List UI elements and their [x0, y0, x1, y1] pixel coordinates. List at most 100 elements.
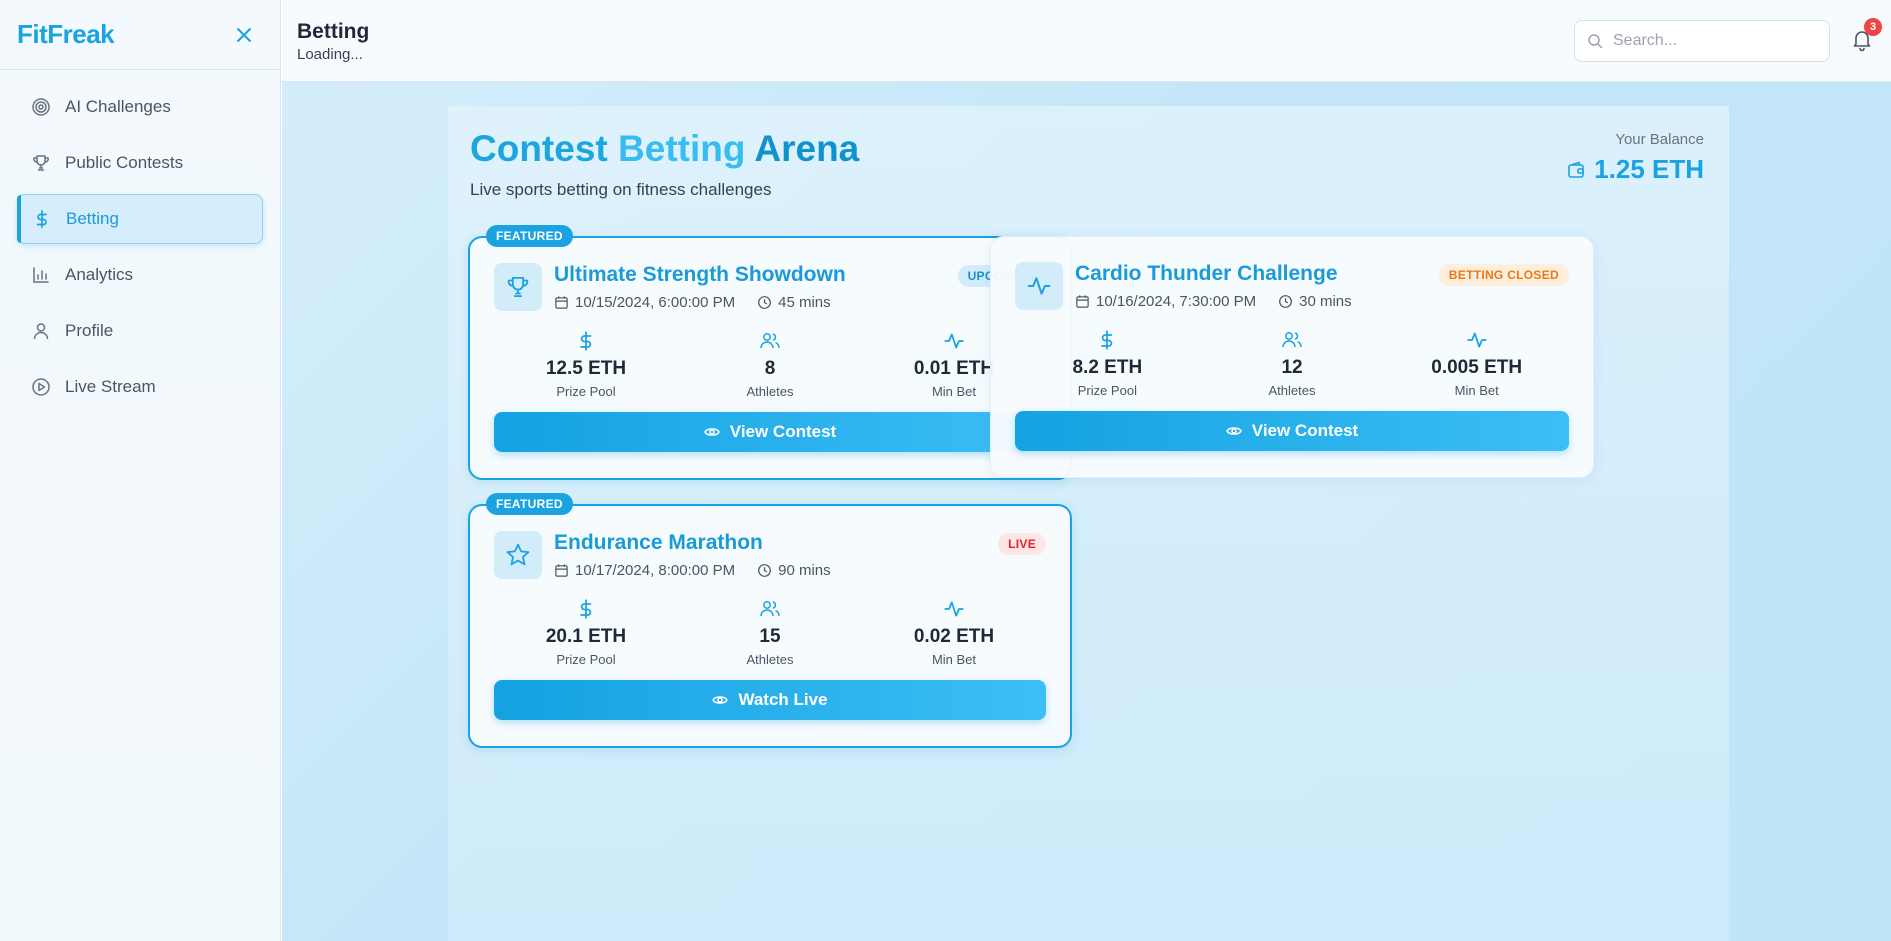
trophy-icon: [507, 276, 529, 298]
play-circle-icon: [32, 378, 50, 396]
eye-icon: [1225, 427, 1242, 435]
balance-label: Your Balance: [1615, 131, 1704, 148]
sidebar-item-label: Analytics: [65, 265, 134, 284]
page-subtitle: Loading...: [297, 46, 363, 63]
stat-label: Prize Pool: [556, 652, 616, 667]
wallet-icon: [1568, 161, 1584, 178]
sidebar-item-label: Live Stream: [65, 377, 156, 396]
status-badge: LIVE: [998, 533, 1046, 555]
contest-date: 10/16/2024, 7:30:00 PM: [1096, 293, 1257, 310]
status-badge: BETTING CLOSED: [1438, 264, 1569, 286]
target-icon: [32, 98, 50, 116]
notification-badge: 3: [1864, 18, 1882, 36]
featured-tag: FEATURED: [486, 225, 573, 247]
sidebar-item-label: AI Challenges: [65, 97, 171, 116]
contest-title[interactable]: Cardio Thunder Challenge: [1075, 262, 1338, 286]
sidebar: FitFreak AI Challenges Public Contests B…: [0, 0, 281, 941]
button-label: View Contest: [1251, 421, 1359, 440]
calendar-icon: [555, 564, 568, 577]
button-label: Watch Live: [738, 690, 828, 709]
main-content: Contest Betting Arena Live sports bettin…: [282, 82, 1891, 941]
stat-label: Prize Pool: [1077, 383, 1137, 398]
stat-prize-pool: 20.1 ETH Prize Pool: [494, 598, 678, 668]
contest-card: FEATURED Endurance Marathon 10/17/2024, …: [468, 493, 1072, 748]
contest-title[interactable]: Ultimate Strength Showdown: [554, 263, 846, 287]
stat-prize-pool: 8.2 ETH Prize Pool: [1015, 329, 1200, 399]
contest-meta: 10/17/2024, 8:00:00 PM 90 mins: [554, 562, 831, 579]
contest-duration: 30 mins: [1299, 293, 1352, 310]
featured-tag: FEATURED: [486, 493, 573, 515]
contest-date: 10/15/2024, 6:00:00 PM: [575, 294, 736, 311]
stat-label: Min Bet: [931, 384, 977, 399]
dollar-icon: [580, 599, 592, 619]
bar-chart-icon: [33, 267, 49, 283]
contest-stats: 20.1 ETH Prize Pool 15 Athletes 0.02 ETH…: [494, 598, 1046, 668]
top-header: Betting Loading... 3: [282, 0, 1891, 82]
view-contest-button[interactable]: View Contest: [1015, 411, 1569, 451]
sidebar-header: FitFreak: [0, 0, 280, 70]
contest-meta: 10/16/2024, 7:30:00 PM 30 mins: [1075, 293, 1352, 310]
view-contest-button[interactable]: View Contest: [494, 412, 1046, 452]
stat-label: Athletes: [746, 384, 794, 399]
arena-title: Contest Betting Arena: [470, 128, 859, 170]
sidebar-item-analytics[interactable]: Analytics: [17, 250, 263, 300]
stat-label: Prize Pool: [556, 384, 616, 399]
sidebar-item-label: Profile: [65, 321, 114, 340]
sidebar-item-live-stream[interactable]: Live Stream: [17, 362, 263, 412]
contest-icon-box: [494, 531, 542, 579]
contest-stats: 12.5 ETH Prize Pool 8 Athletes 0.01 ETH …: [494, 330, 1046, 400]
sidebar-item-label: Public Contests: [65, 153, 184, 172]
users-icon: [1282, 332, 1302, 348]
stat-value: 20.1 ETH: [545, 626, 627, 647]
contest-icon-box: [494, 263, 542, 311]
stat-value: 0.01 ETH: [913, 358, 995, 379]
stat-label: Athletes: [1268, 383, 1316, 398]
balance-display: 1.25 ETH: [1566, 154, 1704, 185]
stat-value: 0.005 ETH: [1431, 357, 1523, 378]
activity-icon: [944, 601, 964, 617]
stat-athletes: 15 Athletes: [678, 598, 862, 668]
clock-icon: [758, 296, 772, 309]
search-box: [1574, 20, 1830, 62]
stat-value: 12.5 ETH: [545, 358, 627, 379]
stat-prize-pool: 12.5 ETH Prize Pool: [494, 330, 678, 400]
contest-duration: 90 mins: [778, 562, 831, 579]
eye-icon: [712, 696, 729, 704]
stat-value: 0.02 ETH: [913, 626, 995, 647]
calendar-icon: [1076, 295, 1089, 308]
eye-icon: [703, 428, 720, 436]
search-input[interactable]: [1613, 32, 1813, 50]
stat-athletes: 12 Athletes: [1200, 329, 1385, 399]
contest-title[interactable]: Endurance Marathon: [554, 531, 763, 555]
users-icon: [760, 601, 780, 617]
watch-live-button[interactable]: Watch Live: [494, 680, 1046, 720]
contest-card: FEATURED Ultimate Strength Showdown 10/1…: [468, 225, 1072, 480]
balance-value: 1.25 ETH: [1594, 154, 1704, 184]
brand-logo[interactable]: FitFreak: [17, 19, 115, 50]
activity-icon: [1466, 332, 1487, 348]
clock-icon: [1279, 295, 1293, 308]
dollar-icon: [580, 331, 592, 351]
sidebar-item-public-contests[interactable]: Public Contests: [17, 138, 263, 188]
stat-min-bet: 0.02 ETH Min Bet: [862, 598, 1046, 668]
stat-min-bet: 0.005 ETH Min Bet: [1384, 329, 1569, 399]
contest-card: Cardio Thunder Challenge 10/16/2024, 7:3…: [990, 236, 1594, 478]
sidebar-item-label: Betting: [66, 209, 119, 228]
sidebar-item-betting[interactable]: Betting: [17, 194, 263, 244]
sidebar-item-profile[interactable]: Profile: [17, 306, 263, 356]
contest-meta: 10/15/2024, 6:00:00 PM 45 mins: [554, 294, 831, 311]
calendar-icon: [555, 296, 568, 309]
button-label: View Contest: [729, 422, 837, 441]
activity-icon: [1027, 277, 1051, 295]
arena-subtitle: Live sports betting on fitness challenge…: [470, 180, 772, 199]
activity-icon: [944, 333, 964, 349]
stat-value: 12: [1281, 357, 1303, 378]
page-title: Betting: [297, 20, 370, 43]
trophy-icon: [33, 155, 49, 171]
stat-label: Min Bet: [931, 652, 977, 667]
arena-panel: Contest Betting Arena Live sports bettin…: [448, 106, 1729, 941]
contest-icon-box: [1015, 262, 1063, 310]
user-icon: [33, 323, 49, 340]
sidebar-item-ai-challenges[interactable]: AI Challenges: [17, 82, 263, 132]
close-icon[interactable]: [232, 23, 256, 47]
